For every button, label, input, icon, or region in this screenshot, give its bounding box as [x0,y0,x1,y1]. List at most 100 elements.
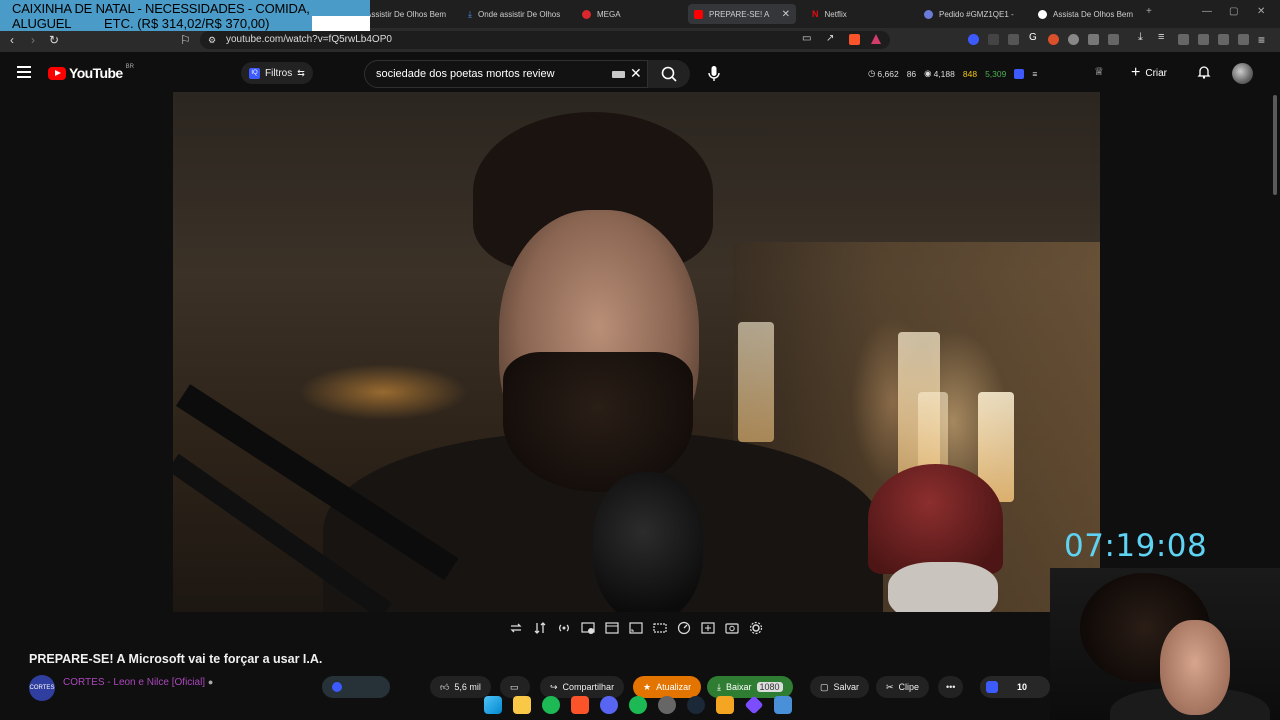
tab-pedido[interactable]: Pedido #GMZ1QE1 - [918,4,1024,24]
sort-icon[interactable] [532,620,548,636]
bookmark-icon[interactable]: ⚐ [180,33,191,47]
restore-icon[interactable]: ▢ [1229,6,1238,17]
stat-coins: 848 [962,68,978,79]
create-button[interactable]: + Criar [1131,62,1167,84]
add-box-icon[interactable] [700,620,716,636]
quality-select[interactable]: 1080 [756,682,783,692]
loop-icon[interactable] [508,620,524,636]
like-button[interactable]: 👍︎ 5,6 mil [430,676,491,698]
file-explorer-icon[interactable] [513,696,531,714]
speed-icon[interactable] [676,620,692,636]
broadcast-icon[interactable] [556,620,572,636]
brave-shield-icon[interactable] [849,34,860,45]
page-scrollbar[interactable] [1273,95,1277,195]
extension-3-icon[interactable] [1008,34,1019,45]
search-input[interactable]: sociedade dos poetas mortos review [364,60,648,88]
clip-button[interactable]: ✂ Clipe [876,676,930,698]
tab-mega[interactable]: MEGA [576,4,676,24]
close-tab-icon[interactable]: ✕ [782,9,790,20]
spotify-icon[interactable] [542,696,560,714]
side-count: 10 [1017,682,1028,692]
discord-icon[interactable] [600,696,618,714]
chrome-icon[interactable] [658,696,676,714]
shield-icon[interactable] [1238,34,1249,45]
puzzle-icon[interactable] [1088,34,1099,45]
extension-4-icon[interactable] [1048,34,1059,45]
tab-prepare-se[interactable]: PREPARE-SE! A ✕ [688,4,796,24]
address-bar-row: ‹ › ↻ ⚐ youtube.com/watch?v=fQ5rwLb4OP0 … [0,28,1280,52]
tab-netflix[interactable]: N Netflix [806,4,910,24]
theater-mode-icon[interactable] [652,620,668,636]
plus-icon: + [1131,64,1141,81]
rewards-icon[interactable] [871,34,881,44]
user-avatar[interactable] [1232,63,1253,84]
cast-icon[interactable]: ▭ [802,33,811,44]
watch-stats: ◷ 6,662 86 ◉ 4,188 848 5,309 ≡ [868,68,1037,79]
dislike-icon: ▭ [510,681,519,692]
youtube-logo[interactable]: YouTube BR [48,64,134,81]
close-window-icon[interactable]: ✕ [1257,6,1265,17]
tab-assistir[interactable]: Assistir De Olhos Bem [360,4,452,24]
bell-icon [1197,66,1211,79]
cast-icon[interactable] [580,620,596,636]
windows-start-icon[interactable] [484,696,502,714]
keyboard-icon[interactable] [612,71,625,78]
extension-5-icon[interactable] [1068,34,1079,45]
menu-icon[interactable]: ≡ [1258,33,1265,47]
photos-icon[interactable] [774,696,792,714]
tab-onde-assistir[interactable]: ⤓ Onde assistir De Olhos [462,4,566,24]
new-tab-icon[interactable]: + [1146,6,1152,17]
more-icon: ••• [946,682,956,692]
share-icon[interactable]: ↗ [826,33,834,44]
taskbar [484,694,792,716]
screenshot-icon[interactable] [724,620,740,636]
back-icon[interactable]: ‹ [10,33,14,47]
search-icon [661,66,677,82]
save-button[interactable]: ▢ Salvar [810,676,870,698]
obsidian-icon[interactable] [744,695,764,715]
steam-icon[interactable] [687,696,705,714]
minimize-icon[interactable]: — [1202,6,1212,17]
clear-search-icon[interactable]: ✕ [630,65,642,82]
reload-icon[interactable]: ↻ [49,33,59,47]
download-icon[interactable]: ⤓ [1138,31,1149,43]
donation-banner: CAIXINHA DE NATAL - NECESSIDADES - COMID… [0,0,370,31]
settings-gear-icon[interactable] [748,620,764,636]
extension-6-icon[interactable] [1108,34,1119,45]
brave-icon[interactable] [571,696,589,714]
playlist-icon[interactable]: ≡ [1158,31,1169,43]
aspect-ratio-icon[interactable] [628,620,644,636]
site-settings-icon[interactable]: ⚙ [208,35,216,46]
create-label: Criar [1145,67,1168,79]
sidebar-icon[interactable] [1178,34,1189,45]
list-icon[interactable]: ≡ [1032,69,1037,79]
side-panel-pill[interactable]: 10 [980,676,1050,698]
join-button[interactable] [322,676,390,698]
trophy-icon[interactable]: ♕ [1094,65,1104,78]
url-field[interactable]: youtube.com/watch?v=fQ5rwLb4OP0 [200,31,890,49]
channel-avatar[interactable]: CORTES [29,675,55,701]
wallet-icon[interactable] [1198,34,1209,45]
notifications-button[interactable] [1196,64,1212,85]
tab-assista[interactable]: Assista De Olhos Bem [1032,4,1136,24]
more-button[interactable]: ••• [938,676,964,698]
video-player[interactable] [173,92,1100,612]
player-toolbar [508,620,764,636]
logo-text: YouTube [69,65,123,81]
extension-1-icon[interactable] [968,34,979,45]
filters-button[interactable]: IQ Filtros ⇆ [241,62,313,84]
vpn-icon[interactable] [1218,34,1229,45]
extension-2-icon[interactable] [988,34,999,45]
channel-name[interactable]: CORTES - Leon e Nilce [Oficial] ● [63,677,213,688]
google-icon[interactable]: G [1029,32,1040,43]
youtube-icon [694,9,703,19]
app-icon[interactable] [716,696,734,714]
film-icon[interactable] [604,620,620,636]
voice-search-button[interactable] [700,60,728,88]
hamburger-menu-icon[interactable] [17,66,31,78]
spotify-2-icon[interactable] [629,696,647,714]
forward-icon[interactable]: › [31,33,35,47]
video-puppet [888,562,998,612]
tracker-icon[interactable] [1014,68,1025,79]
search-button[interactable] [648,60,690,88]
